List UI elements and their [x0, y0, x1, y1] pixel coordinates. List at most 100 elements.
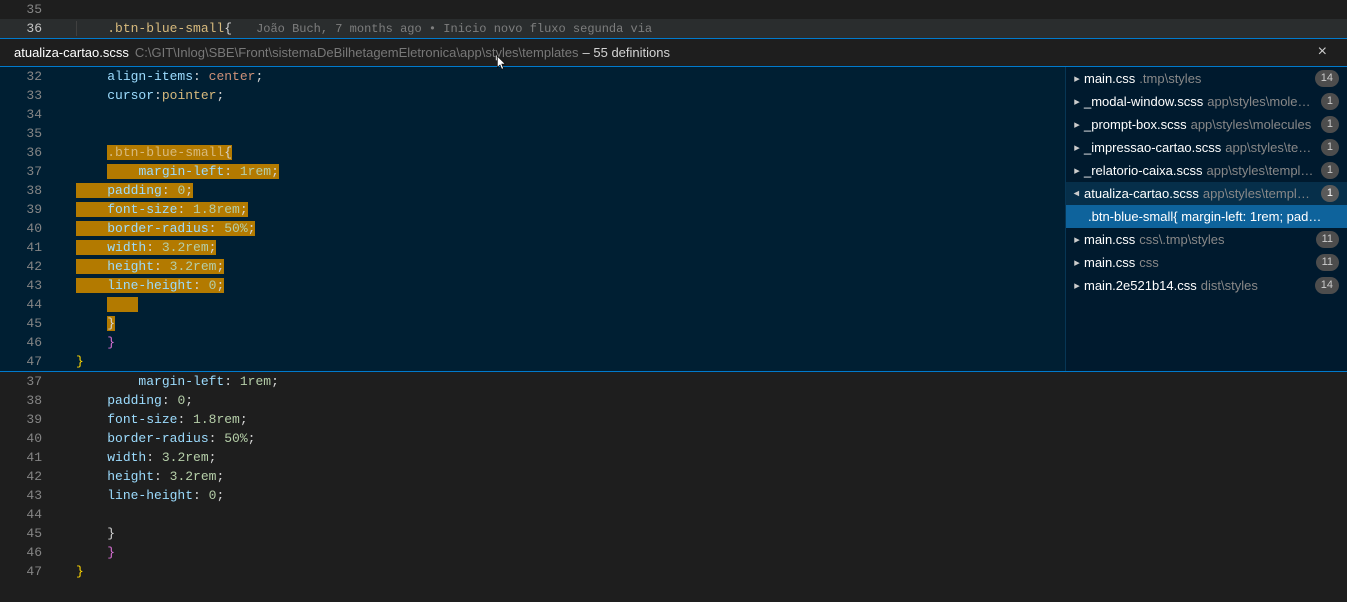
- code-line[interactable]: 43 line-height: 0;: [0, 276, 1065, 295]
- reference-text: .btn-blue-small{ margin-left: 1rem; pad…: [1088, 209, 1321, 224]
- line-number: 37: [0, 162, 62, 181]
- chevron-right-icon[interactable]: ▸: [1070, 233, 1084, 246]
- code-line[interactable]: 42 height: 3.2rem;: [0, 257, 1065, 276]
- code-line[interactable]: 35: [0, 124, 1065, 143]
- git-blame-annotation: João Buch, 7 months ago • Inicio novo fl…: [256, 22, 652, 36]
- reference-filename: main.css: [1084, 71, 1135, 86]
- reference-count-badge: 11: [1316, 254, 1339, 271]
- code-line[interactable]: 44: [0, 505, 1347, 524]
- reference-count-badge: 1: [1321, 116, 1339, 133]
- editor-bottom[interactable]: 37 margin-left: 1rem;38 padding: 0;39 fo…: [0, 372, 1347, 581]
- reference-path: app\styles\templ…: [1203, 186, 1310, 201]
- line-number: 33: [0, 86, 62, 105]
- code-line[interactable]: 34: [0, 105, 1065, 124]
- reference-file[interactable]: ▸main.css css\.tmp\styles 11: [1066, 228, 1347, 251]
- reference-file[interactable]: ▸_prompt-box.scssapp\styles\molecules1: [1066, 113, 1347, 136]
- line-number: 40: [0, 429, 62, 448]
- line-number: 47: [0, 562, 62, 581]
- reference-filename: _modal-window.scss: [1084, 94, 1203, 109]
- code-line[interactable]: 46 }: [0, 333, 1065, 352]
- line-number: 46: [0, 543, 62, 562]
- reference-item[interactable]: .btn-blue-small{ margin-left: 1rem; pad…: [1066, 205, 1347, 228]
- code-line[interactable]: 41 width: 3.2rem;: [0, 238, 1065, 257]
- close-icon[interactable]: ×: [1318, 43, 1327, 61]
- code-line[interactable]: 47}: [0, 352, 1065, 371]
- code-line[interactable]: 38 padding: 0;: [0, 391, 1347, 410]
- code-line[interactable]: 39 font-size: 1.8rem;: [0, 410, 1347, 429]
- line-number: 43: [0, 486, 62, 505]
- code-line[interactable]: 40 border-radius: 50%;: [0, 219, 1065, 238]
- code-line[interactable]: 35: [0, 0, 1347, 19]
- line-number: 32: [0, 67, 62, 86]
- reference-count-badge: 1: [1321, 139, 1339, 156]
- line-number: 43: [0, 276, 62, 295]
- code-line[interactable]: 33 cursor:pointer;: [0, 86, 1065, 105]
- code-line[interactable]: 36 .btn-blue-small{João Buch, 7 months a…: [0, 19, 1347, 38]
- line-number: 42: [0, 467, 62, 486]
- chevron-right-icon[interactable]: ▸: [1070, 118, 1084, 131]
- chevron-right-icon[interactable]: ▸: [1070, 141, 1084, 154]
- reference-count-badge: 1: [1321, 162, 1339, 179]
- reference-file[interactable]: ▸main.2e521b14.cssdist\styles14: [1066, 274, 1347, 297]
- reference-count-badge: 1: [1321, 93, 1339, 110]
- reference-path: css\.tmp\styles: [1139, 232, 1224, 247]
- chevron-right-icon[interactable]: ▸: [1070, 256, 1084, 269]
- code-line[interactable]: 44: [0, 295, 1065, 314]
- code-line[interactable]: 39 font-size: 1.8rem;: [0, 200, 1065, 219]
- chevron-right-icon[interactable]: ▾: [1071, 187, 1084, 201]
- line-number: 45: [0, 524, 62, 543]
- reference-filename: _relatorio-caixa.scss: [1084, 163, 1203, 178]
- line-number: 44: [0, 505, 62, 524]
- code-line[interactable]: 42 height: 3.2rem;: [0, 467, 1347, 486]
- code-line[interactable]: 37 margin-left: 1rem;: [0, 372, 1347, 391]
- peek-code-area[interactable]: 32 align-items: center;33 cursor:pointer…: [0, 67, 1065, 371]
- reference-file[interactable]: ▸_impressao-cartao.scssapp\styles\te…1: [1066, 136, 1347, 159]
- reference-filename: main.css: [1084, 232, 1135, 247]
- editor-top[interactable]: 35 36 .btn-blue-small{João Buch, 7 month…: [0, 0, 1347, 38]
- code-line[interactable]: 43 line-height: 0;: [0, 486, 1347, 505]
- line-number: 42: [0, 257, 62, 276]
- reference-filename: main.2e521b14.css: [1084, 278, 1197, 293]
- code-line[interactable]: 40 border-radius: 50%;: [0, 429, 1347, 448]
- reference-path: dist\styles: [1201, 278, 1258, 293]
- code-line[interactable]: 45 }: [0, 524, 1347, 543]
- line-number: 36: [0, 19, 62, 38]
- peek-view-body: 32 align-items: center;33 cursor:pointer…: [0, 66, 1347, 372]
- reference-file[interactable]: ▸_modal-window.scss app\styles\mole… 1: [1066, 90, 1347, 113]
- line-number: 35: [0, 0, 62, 19]
- reference-path: app\styles\templ…: [1207, 163, 1314, 178]
- line-number: 39: [0, 200, 62, 219]
- reference-file[interactable]: ▸main.css css 11: [1066, 251, 1347, 274]
- reference-count-badge: 14: [1315, 70, 1339, 87]
- line-number: 46: [0, 333, 62, 352]
- peek-filepath: C:\GIT\Inlog\SBE\Front\sistemaDeBilhetag…: [135, 45, 579, 60]
- reference-path: css: [1139, 255, 1159, 270]
- reference-filename: main.css: [1084, 255, 1135, 270]
- code-line[interactable]: 47}: [0, 562, 1347, 581]
- line-number: 34: [0, 105, 62, 124]
- code-line[interactable]: 32 align-items: center;: [0, 67, 1065, 86]
- peek-definition-count: – 55 definitions: [583, 45, 670, 60]
- code-line[interactable]: 36 .btn-blue-small{: [0, 143, 1065, 162]
- code-line[interactable]: 37 margin-left: 1rem;: [0, 162, 1065, 181]
- line-number: 38: [0, 181, 62, 200]
- peek-reference-list[interactable]: ▸main.css.tmp\styles14▸_modal-window.scs…: [1065, 67, 1347, 371]
- reference-count-badge: 11: [1316, 231, 1339, 248]
- chevron-right-icon[interactable]: ▸: [1070, 72, 1084, 85]
- code-line[interactable]: 45 }: [0, 314, 1065, 333]
- reference-path: app\styles\te…: [1225, 140, 1311, 155]
- peek-filename: atualiza-cartao.scss: [14, 45, 129, 60]
- reference-file[interactable]: ▸main.css.tmp\styles14: [1066, 67, 1347, 90]
- chevron-right-icon[interactable]: ▸: [1070, 164, 1084, 177]
- code-line[interactable]: 46 }: [0, 543, 1347, 562]
- code-line[interactable]: 41 width: 3.2rem;: [0, 448, 1347, 467]
- code-line[interactable]: 38 padding: 0;: [0, 181, 1065, 200]
- chevron-right-icon[interactable]: ▸: [1070, 279, 1084, 292]
- reference-file[interactable]: ▾atualiza-cartao.scssapp\styles\templ…1: [1066, 182, 1347, 205]
- line-number: 47: [0, 352, 62, 371]
- reference-file[interactable]: ▸_relatorio-caixa.scss app\styles\templ… 1: [1066, 159, 1347, 182]
- reference-path: app\styles\mole…: [1207, 94, 1310, 109]
- line-number: 37: [0, 372, 62, 391]
- chevron-right-icon[interactable]: ▸: [1070, 95, 1084, 108]
- peek-view-header: atualiza-cartao.scss C:\GIT\Inlog\SBE\Fr…: [0, 38, 1347, 66]
